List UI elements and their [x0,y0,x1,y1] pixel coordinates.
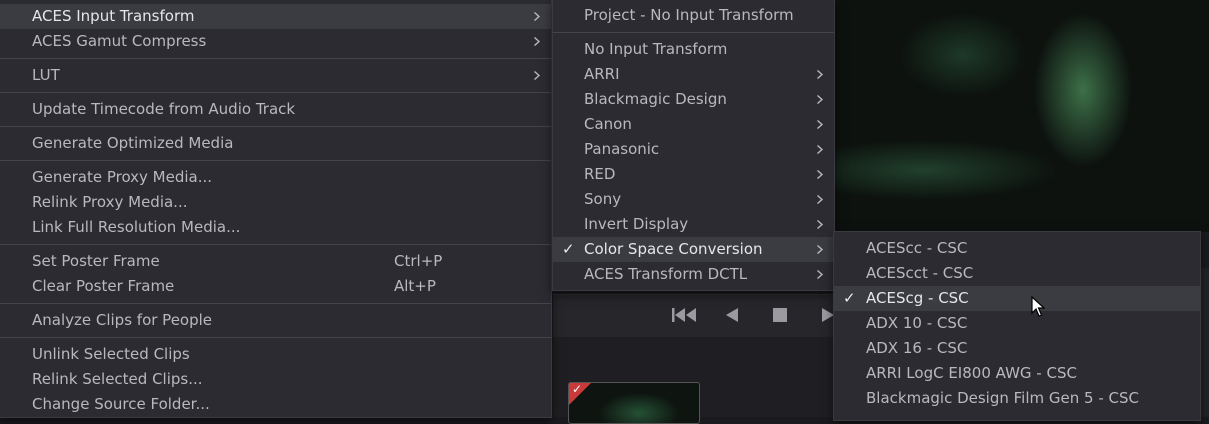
menu-item-label: ADX 10 - CSC [866,314,968,332]
menu-item-analyze-clips-for-people[interactable]: Analyze Clips for People [0,308,551,333]
color-space-conversion-submenu: ACEScc - CSC ACEScct - CSC ✓ ACEScg - CSC AD… [833,231,1201,421]
menu-separator [0,92,551,93]
menu-item-acescct-csc[interactable]: ACEScct - CSC [834,261,1200,286]
clip-checkmark-icon: ✓ [572,382,583,396]
menu-item-label: ACES Gamut Compress [32,32,207,50]
chevron-right-icon [817,145,824,154]
chevron-right-icon [817,95,824,104]
transport-controls [671,303,841,327]
menu-item-label: ACEScg - CSC [866,289,969,307]
menu-item-label: ARRI LogC EI800 AWG - CSC [866,364,1077,382]
skip-to-start-icon[interactable] [671,303,697,327]
menu-item-shortcut: Alt+P [394,277,436,295]
menu-item-label: RED [584,165,616,183]
mouse-cursor-icon [1031,296,1045,317]
menu-item-sony[interactable]: Sony [553,187,834,212]
menu-item-red[interactable]: RED [553,162,834,187]
menu-item-label: Relink Proxy Media... [32,193,188,211]
menu-item-label: Generate Proxy Media... [32,168,213,186]
menu-item-unlink-selected-clips[interactable]: Unlink Selected Clips [0,342,551,367]
menu-item-update-timecode-from-audio-track[interactable]: Update Timecode from Audio Track [0,97,551,122]
menu-item-label: Generate Optimized Media [32,134,234,152]
menu-item-label: ACES Input Transform [32,7,195,25]
menu-item-label: Panasonic [584,140,660,158]
menu-item-label: Link Full Resolution Media... [32,218,241,236]
menu-item-clear-poster-frame[interactable]: Clear Poster Frame Alt+P [0,274,551,299]
play-reverse-icon[interactable] [719,303,745,327]
menu-item-blackmagic-design[interactable]: Blackmagic Design [553,87,834,112]
aces-input-transform-submenu: Project - No Input Transform No Input Tra… [552,0,835,291]
menu-item-invert-display[interactable]: Invert Display [553,212,834,237]
chevron-right-icon [817,195,824,204]
menu-item-aces-input-transform[interactable]: ACES Input Transform [0,4,551,29]
chevron-right-icon [817,270,824,279]
menu-item-label: ACEScc - CSC [866,239,968,257]
scrollbar[interactable] [1201,268,1209,417]
menu-item-label: Unlink Selected Clips [32,345,190,363]
chevron-right-icon [817,120,824,129]
clip-thumbnail[interactable]: ✓ [568,382,700,424]
chevron-right-icon [534,71,541,80]
chevron-right-icon [534,37,541,46]
menu-separator [0,58,551,59]
menu-item-label: Invert Display [584,215,689,233]
menu-item-label: Relink Selected Clips... [32,370,203,388]
menu-item-no-input-transform[interactable]: No Input Transform [553,37,834,62]
menu-item-color-space-conversion[interactable]: ✓ Color Space Conversion [553,237,834,262]
chevron-right-icon [817,220,824,229]
menu-item-label: Clear Poster Frame [32,277,175,295]
menu-item-project-no-input-transform[interactable]: Project - No Input Transform [553,3,834,28]
menu-item-aces-gamut-compress[interactable]: ACES Gamut Compress [0,29,551,54]
menu-item-label: ARRI [584,65,620,83]
menu-item-label: Change Source Folder... [32,395,210,413]
menu-item-shortcut: Ctrl+P [394,252,443,270]
menu-item-label: Canon [584,115,632,133]
menu-item-set-poster-frame[interactable]: Set Poster Frame Ctrl+P [0,249,551,274]
menu-item-relink-proxy-media[interactable]: Relink Proxy Media... [0,190,551,215]
menu-item-generate-optimized-media[interactable]: Generate Optimized Media [0,131,551,156]
menu-separator [0,126,551,127]
checkmark-icon: ✓ [562,240,575,258]
menu-separator [0,303,551,304]
menu-separator [0,337,551,338]
menu-separator [0,244,551,245]
menu-item-label: Update Timecode from Audio Track [32,100,296,118]
menu-item-acescc-csc[interactable]: ACEScc - CSC [834,236,1200,261]
menu-item-label: ACEScct - CSC [866,264,974,282]
menu-item-label: Project - No Input Transform [584,6,794,24]
menu-item-label: ADX 16 - CSC [866,339,968,357]
menu-item-label: Color Space Conversion [584,240,763,258]
menu-item-acescg-csc[interactable]: ✓ ACEScg - CSC [834,286,1200,311]
menu-item-canon[interactable]: Canon [553,112,834,137]
menu-item-label: Blackmagic Design [584,90,727,108]
menu-item-arri-logc-ei800-awg-csc[interactable]: ARRI LogC EI800 AWG - CSC [834,361,1200,386]
menu-item-relink-selected-clips[interactable]: Relink Selected Clips... [0,367,551,392]
menu-item-aces-transform-dctl[interactable]: ACES Transform DCTL [553,262,834,287]
menu-item-adx-16-csc[interactable]: ADX 16 - CSC [834,336,1200,361]
menu-separator [0,160,551,161]
menu-item-generate-proxy-media[interactable]: Generate Proxy Media... [0,165,551,190]
menu-item-panasonic[interactable]: Panasonic [553,137,834,162]
context-menu: ACES Input Transform ACES Gamut Compress L… [0,0,552,418]
menu-item-label: ACES Transform DCTL [584,265,748,283]
chevron-right-icon [817,70,824,79]
menu-item-arri[interactable]: ARRI [553,62,834,87]
stop-icon[interactable] [767,303,793,327]
menu-item-label: Blackmagic Design Film Gen 5 - CSC [866,389,1139,407]
chevron-right-icon [534,12,541,21]
menu-item-label: Set Poster Frame [32,252,160,270]
menu-item-label: No Input Transform [584,40,728,58]
checkmark-icon: ✓ [843,289,856,307]
menu-item-adx-10-csc[interactable]: ADX 10 - CSC [834,311,1200,336]
menu-item-label: Analyze Clips for People [32,311,213,329]
menu-item-blackmagic-design-film-gen-5-csc[interactable]: Blackmagic Design Film Gen 5 - CSC [834,386,1200,411]
menu-item-label: Sony [584,190,622,208]
menu-item-label: LUT [32,66,60,84]
menu-item-change-source-folder[interactable]: Change Source Folder... [0,392,551,417]
menu-item-link-full-resolution-media[interactable]: Link Full Resolution Media... [0,215,551,240]
menu-separator [553,32,834,33]
chevron-right-icon [817,245,824,254]
menu-item-lut[interactable]: LUT [0,63,551,88]
chevron-right-icon [817,170,824,179]
